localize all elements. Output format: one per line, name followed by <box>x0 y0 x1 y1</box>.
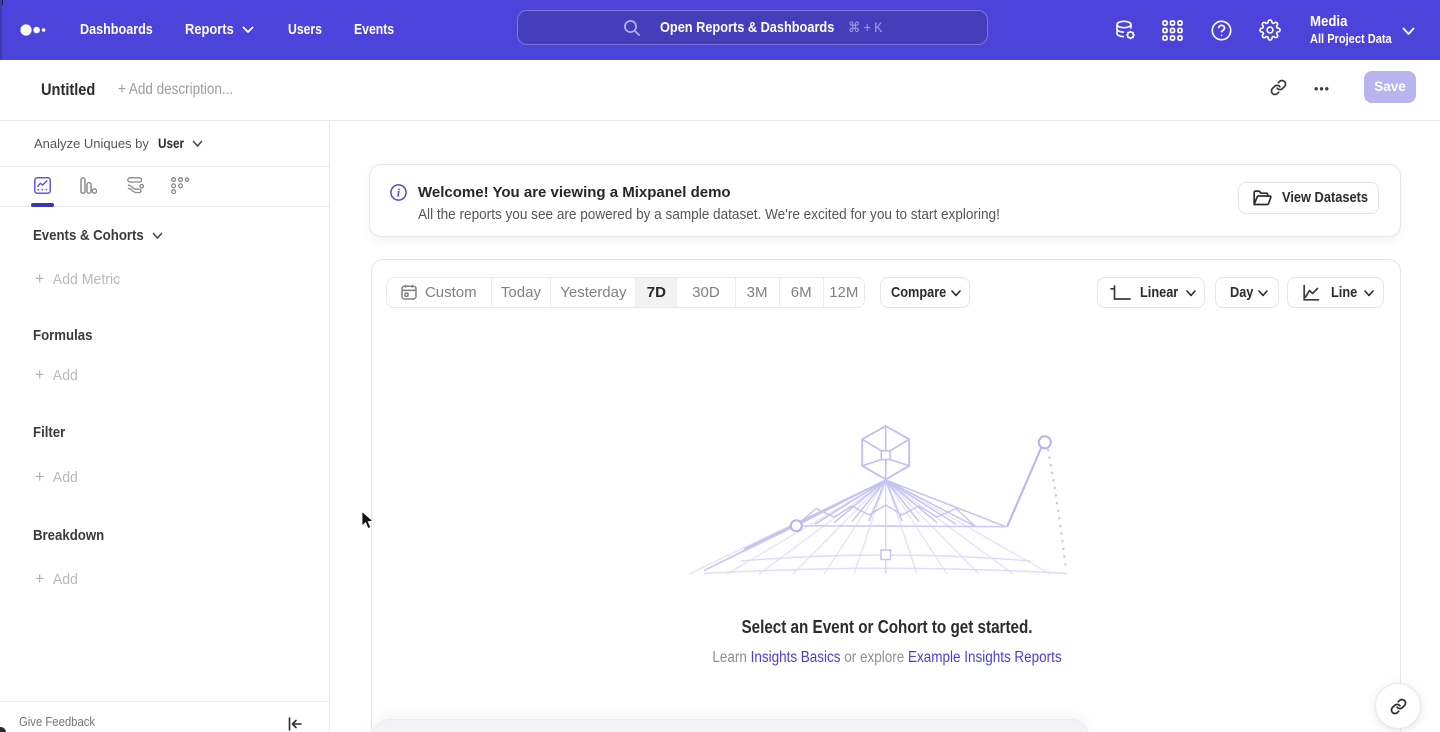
svg-text:i: i <box>397 187 401 199</box>
